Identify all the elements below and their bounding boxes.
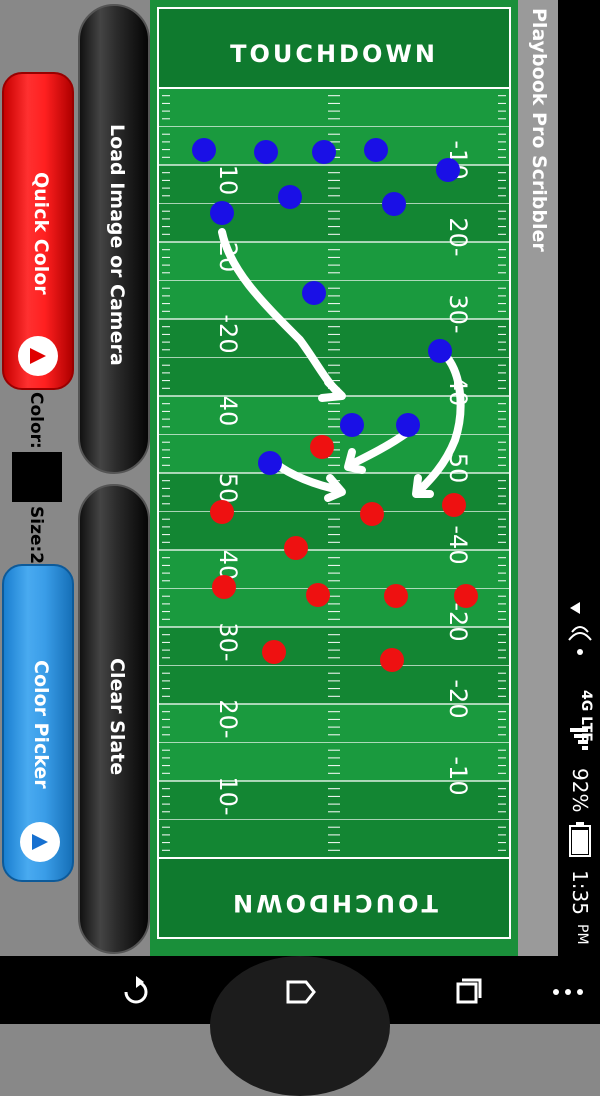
endzone-top-label: TOUCHDOWN	[230, 40, 438, 68]
blue-player-dot	[192, 138, 216, 162]
yard-number-left: 50	[214, 473, 242, 504]
endzone-bottom-label: TOUCHDOWN	[230, 889, 438, 917]
red-player-dot	[380, 648, 404, 672]
brush-size-label: Size:2	[26, 506, 46, 565]
color-picker-label: Color Picker	[30, 660, 52, 789]
yard-number-right: -20	[444, 602, 472, 641]
yard-number-right: -10	[444, 756, 472, 795]
recents-icon[interactable]	[448, 972, 488, 1012]
blue-player-dot	[340, 413, 364, 437]
menu-icon[interactable]	[548, 972, 588, 1012]
red-player-dot	[262, 640, 286, 664]
blue-player-dot	[364, 138, 388, 162]
home-icon[interactable]	[282, 972, 322, 1012]
blue-player-dot	[210, 201, 234, 225]
quick-color-dropdown-icon	[18, 336, 58, 376]
volume-icon	[570, 602, 580, 614]
load-image-label: Load Image or Camera	[106, 124, 128, 366]
blue-player-dot	[278, 185, 302, 209]
color-picker-dropdown-icon	[20, 822, 60, 862]
clear-slate-button[interactable]: Clear Slate	[78, 484, 150, 954]
yard-number-right: -40	[444, 525, 472, 564]
red-player-dot	[310, 435, 334, 459]
app-title: Playbook Pro Scribbler	[528, 8, 550, 252]
clock-time: 1:35	[568, 870, 592, 915]
blue-player-dot	[436, 158, 460, 182]
red-player-dot	[212, 575, 236, 599]
battery-icon	[569, 822, 591, 857]
signal-icons	[568, 602, 592, 655]
yard-number-left: 20-	[214, 699, 242, 738]
brush-color-swatch	[12, 452, 62, 502]
quick-color-button[interactable]: Quick Color	[2, 72, 74, 390]
yard-number-right: 20-	[444, 217, 472, 256]
clear-slate-label: Clear Slate	[106, 658, 128, 776]
red-player-dot	[210, 500, 234, 524]
yard-number-left: 30-	[214, 622, 242, 661]
battery-percent: 92%	[568, 768, 592, 813]
red-player-dot	[442, 493, 466, 517]
blue-player-dot	[312, 140, 336, 164]
wifi-icon	[571, 626, 589, 633]
blue-player-dot	[382, 192, 406, 216]
yard-number-left: 10-	[214, 776, 242, 815]
status-bar: 4G LTE 92% 1:35 PM	[558, 0, 600, 956]
blue-player-dot	[254, 140, 278, 164]
yard-number-left: 10	[214, 165, 242, 196]
football-field[interactable]: TOUCHDOWN TOUCHDOWN 10 20 -20 40 50 40 30- 20- 1…	[150, 0, 518, 956]
color-picker-button[interactable]: Color Picker	[2, 564, 74, 882]
brush-color-label: Color:	[26, 392, 46, 449]
load-image-button[interactable]: Load Image or Camera	[78, 4, 150, 474]
field-drawing[interactable]: TOUCHDOWN TOUCHDOWN 1020-2040504030-20-1…	[150, 0, 518, 956]
blue-player-dot	[428, 339, 452, 363]
quick-color-label: Quick Color	[30, 172, 52, 295]
app-title-bar: Playbook Pro Scribbler	[518, 0, 558, 956]
yard-number-right: 30-	[444, 294, 472, 333]
blue-player-dot	[396, 413, 420, 437]
yard-number-left: 40	[214, 396, 242, 427]
clock-ampm: PM	[574, 924, 590, 945]
red-player-dot	[284, 536, 308, 560]
cell-signal-icon	[570, 728, 588, 750]
blue-player-dot	[258, 451, 282, 475]
red-player-dot	[306, 583, 330, 607]
back-icon[interactable]	[114, 972, 154, 1012]
red-player-dot	[454, 584, 478, 608]
blue-player-dot	[302, 281, 326, 305]
red-player-dot	[360, 502, 384, 526]
yard-number-left: -20	[214, 314, 242, 353]
yard-number-right: -20	[444, 679, 472, 718]
red-player-dot	[384, 584, 408, 608]
